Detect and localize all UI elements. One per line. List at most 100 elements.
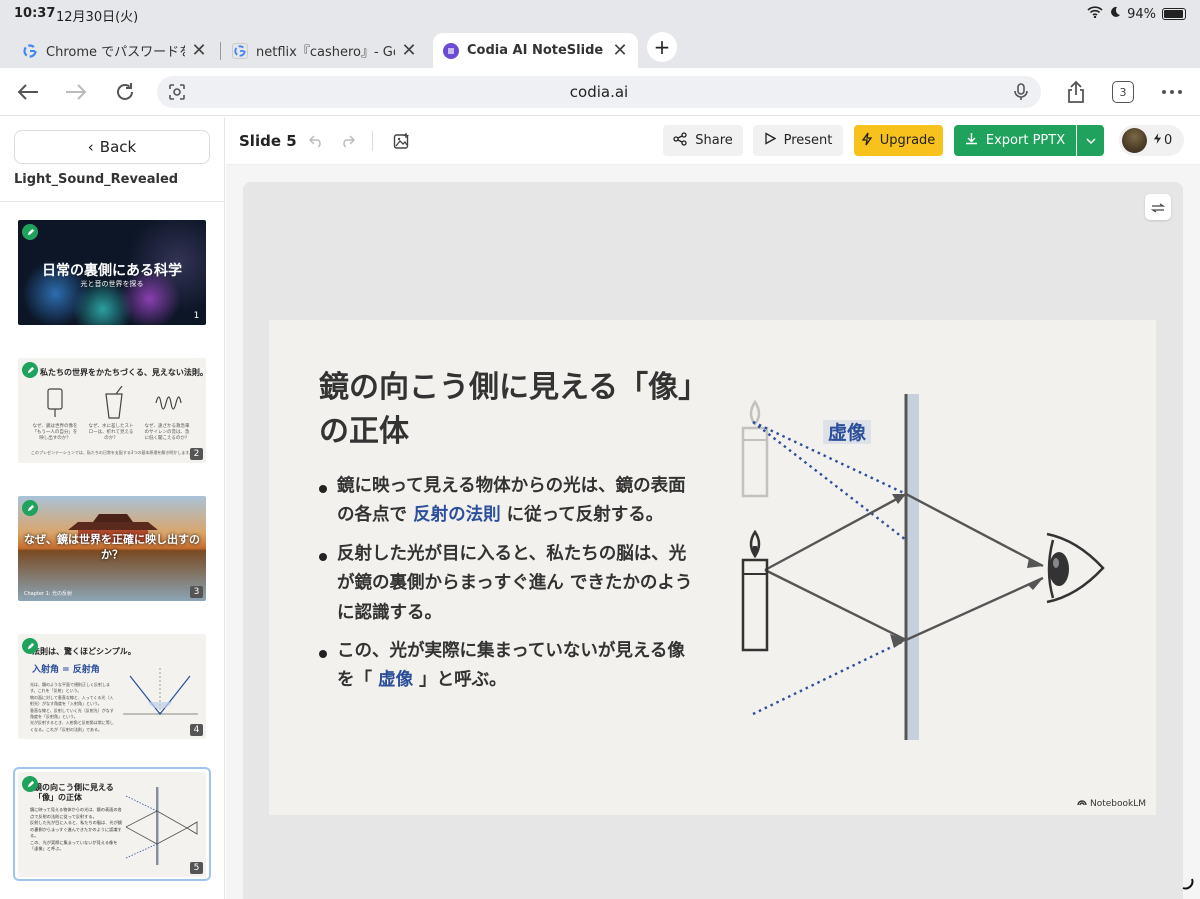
share-button[interactable]: Share bbox=[663, 125, 743, 156]
share-label: Share bbox=[695, 133, 733, 148]
slide-bullet[interactable]: 鏡に映って見える物体からの光は、鏡の表面の各点で 反射の法則 に従って反射する。 bbox=[319, 472, 699, 531]
present-label: Present bbox=[783, 133, 833, 148]
close-tab-icon[interactable]: ✕ bbox=[612, 40, 628, 61]
tab-divider bbox=[220, 42, 221, 60]
back-arrow-icon[interactable] bbox=[14, 78, 42, 106]
notebooklm-watermark: NotebookLM bbox=[1077, 798, 1146, 809]
slide-preview[interactable]: 鏡の向こう側に見える「像」の正体 鏡に映って見える物体からの光は、鏡の表面の各点… bbox=[269, 320, 1156, 815]
virtual-image-diagram[interactable]: 虚像 bbox=[729, 380, 1129, 750]
back-label: Back bbox=[99, 138, 137, 156]
chevron-down-icon bbox=[1085, 133, 1096, 148]
slide-title[interactable]: 鏡の向こう側に見える「像」の正体 bbox=[319, 366, 699, 453]
virtual-image-diagram-mini bbox=[125, 787, 198, 865]
slide-thumbnail-3[interactable]: なぜ、鏡は世界を正確に映し出すのか？ Chapter 1: 光の反射 3 bbox=[18, 496, 206, 601]
thumbnail-bullet: この、光が実際に集まっていないが見える像を「虚像」と呼ぶ。 bbox=[30, 839, 118, 852]
thumbnail-title: 日常の裏側にある科学 bbox=[42, 263, 182, 279]
edit-icon[interactable] bbox=[22, 776, 38, 792]
play-icon bbox=[764, 132, 776, 149]
reload-icon[interactable] bbox=[111, 78, 139, 106]
thumbnail-footer: このプレゼンテーションでは、私たちの日常を支配する3つの基本原理を解き明かします… bbox=[30, 450, 194, 455]
thumbnail-caption: なぜ、鏡は世界の像を「もう一人の自分」を映し出すのか？ bbox=[32, 424, 78, 441]
swap-layout-button[interactable] bbox=[1145, 194, 1171, 220]
avatar[interactable] bbox=[1122, 128, 1147, 153]
address-bar[interactable]: codia.ai bbox=[157, 76, 1041, 108]
image-edit-icon[interactable] bbox=[392, 131, 412, 151]
url-text: codia.ai bbox=[569, 83, 629, 101]
thumbnail-title: 私たちの世界をかたちづくる、見えない法則。 bbox=[40, 368, 206, 377]
back-button[interactable]: ‹ Back bbox=[14, 130, 210, 164]
swap-icon bbox=[1150, 198, 1166, 217]
status-time: 10:37 bbox=[14, 6, 56, 21]
upgrade-button[interactable]: Upgrade bbox=[854, 125, 943, 156]
present-button[interactable]: Present bbox=[753, 125, 843, 156]
upgrade-label: Upgrade bbox=[879, 133, 936, 148]
bullet-text: 反射した光が目に入ると、私たちの脳は、光が鏡の裏側からまっすぐ進ん できたかのよ… bbox=[337, 543, 693, 623]
undo-icon[interactable] bbox=[306, 131, 326, 151]
editor-toolbar: Slide 5 Share Present Upgrade Export PPT… bbox=[226, 117, 1200, 165]
battery-icon bbox=[1162, 8, 1186, 20]
more-menu-icon[interactable] bbox=[1158, 78, 1186, 106]
share-icon bbox=[673, 131, 687, 150]
tab-title: Chrome でパスワードを管 bbox=[46, 45, 185, 60]
thumbnail-caption: なぜ、遠ざかる救急車のサイレンの音は、急に低く聞こえるのか？ bbox=[144, 424, 190, 441]
status-date: 12月30日(火) bbox=[56, 10, 139, 25]
forward-arrow-icon[interactable] bbox=[62, 78, 90, 106]
redo-icon[interactable] bbox=[338, 131, 358, 151]
thumbnail-caption: なぜ、水に差したストローは、折れて見えるのか？ bbox=[88, 424, 134, 441]
bullet-text: に従って反射する。 bbox=[500, 505, 664, 526]
tab-title: Codia AI NoteSlide bbox=[467, 43, 604, 58]
current-slide-label: Slide 5 bbox=[239, 132, 297, 150]
loading-spinner-icon bbox=[1182, 878, 1194, 890]
thumbnail-icons bbox=[47, 386, 182, 419]
tab-switcher-button[interactable]: 3 bbox=[1112, 81, 1134, 103]
credits-badge[interactable]: 0 bbox=[1119, 125, 1184, 156]
export-dropdown-button[interactable] bbox=[1077, 125, 1104, 156]
edit-icon[interactable] bbox=[22, 500, 38, 516]
slide-thumbnail-2[interactable]: 私たちの世界をかたちづくる、見えない法則。 なぜ、鏡は世界の像を「もう一人の自分… bbox=[18, 358, 206, 463]
virtual-candle-icon bbox=[741, 399, 769, 498]
new-tab-button[interactable]: + bbox=[647, 32, 677, 62]
thumbnail-number: 2 bbox=[190, 448, 203, 460]
thumbnail-number: 1 bbox=[193, 311, 200, 321]
project-name: Light_Sound_Revealed bbox=[14, 172, 179, 187]
virtual-ray bbox=[752, 638, 907, 716]
tab-chrome-passwords[interactable]: Chrome でパスワードを管 ✕ bbox=[12, 33, 217, 68]
close-tab-icon[interactable]: ✕ bbox=[401, 40, 417, 61]
light-ray bbox=[764, 492, 1044, 572]
edit-icon[interactable] bbox=[22, 224, 38, 240]
microphone-icon[interactable] bbox=[1011, 82, 1031, 102]
close-tab-icon[interactable]: ✕ bbox=[191, 40, 207, 61]
edit-icon[interactable] bbox=[22, 638, 38, 654]
tab-netflix-search[interactable]: netflix『cashero』- Goog ✕ bbox=[222, 33, 427, 68]
slide-bullet-list: 鏡に映って見える物体からの光は、鏡の表面の各点で 反射の法則 に従って反射する。… bbox=[319, 472, 699, 705]
slide-bullet[interactable]: 反射した光が目に入ると、私たちの脳は、光が鏡の裏側からまっすぐ進ん できたかのよ… bbox=[319, 540, 699, 628]
share-page-icon[interactable] bbox=[1062, 78, 1090, 106]
eye-icon bbox=[1046, 532, 1105, 604]
thumbnail-title: 鏡の向こう側に見える「像」の正体 bbox=[34, 783, 114, 803]
thumbnail-bullet: 光は、鏡のような平面で規則正しく反射します。これを「反射」という。 bbox=[30, 682, 110, 694]
thumbnail-subtitle: 光と音の世界を探る bbox=[80, 280, 144, 288]
lightning-icon bbox=[861, 132, 872, 150]
tab-codia[interactable]: Codia AI NoteSlide ✕ bbox=[433, 33, 638, 68]
thumbnail-bullets: 光は、鏡のような平面で規則正しく反射します。これを「反射」という。 物の面に対し… bbox=[30, 682, 114, 733]
tab-title: netflix『cashero』- Goog bbox=[256, 45, 395, 60]
google-icon bbox=[22, 43, 38, 59]
thumbnail-number: 4 bbox=[190, 724, 203, 736]
credits-count: 0 bbox=[1164, 133, 1173, 148]
slide-thumbnail-4[interactable]: 法則は、驚くほどシンプル。 入射角 = 反射角 光は、鏡のような平面で規則正しく… bbox=[18, 634, 206, 739]
status-right: 94% bbox=[1087, 6, 1186, 22]
slide-bullet[interactable]: この、光が実際に集まっていないが見える像を「 虚像 」と呼ぶ。 bbox=[319, 637, 699, 696]
thumbnail-number: 3 bbox=[190, 586, 203, 598]
bullet-highlight: 虚像 bbox=[378, 670, 414, 691]
watermark-text: NotebookLM bbox=[1089, 798, 1146, 809]
thumbnail-bullet: 垂直な線と、反射していく光（反射光）がなす角度を「反射角」という。 bbox=[30, 707, 114, 719]
edit-icon[interactable] bbox=[22, 362, 38, 378]
export-pptx-button[interactable]: Export PPTX bbox=[954, 125, 1076, 156]
reflection-diagram bbox=[123, 666, 198, 715]
light-ray bbox=[764, 568, 1044, 642]
slide-thumbnail-5[interactable]: 鏡の向こう側に見える「像」の正体 鏡に映って見える物体からの光は、鏡の表面の各点… bbox=[18, 772, 206, 877]
wifi-icon bbox=[1087, 6, 1103, 22]
battery-percent: 94% bbox=[1127, 6, 1156, 22]
slide-thumbnail-1[interactable]: 日常の裏側にある科学 光と音の世界を探る 1 bbox=[18, 220, 206, 325]
google-icon bbox=[232, 42, 248, 59]
